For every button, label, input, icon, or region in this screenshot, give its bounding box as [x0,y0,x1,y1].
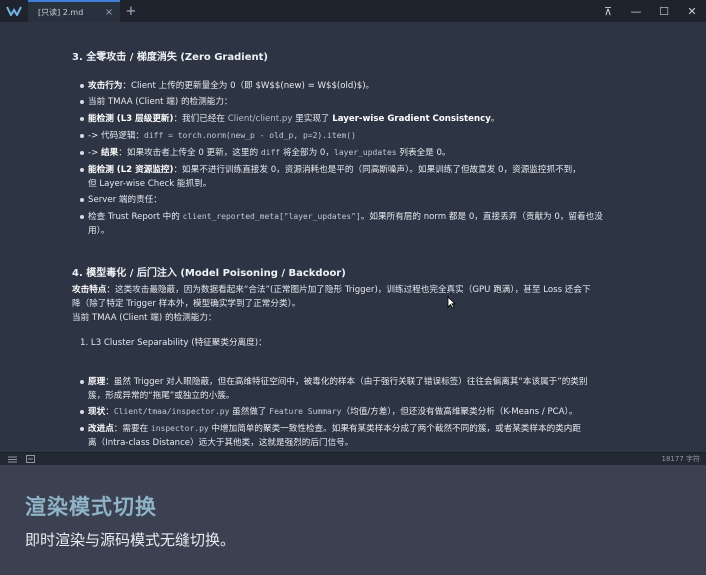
bullet [80,380,84,384]
source-mode-icon[interactable] [24,454,36,465]
list-item: 能检测 (L2 资源监控)：如果不进行训练直接发 0，资源消耗也是平的（同高斯噪… [88,165,581,175]
paragraph: 攻击特点：这类攻击最隐蔽，因为数据看起来“合法”(正常图片加了隐形 Trigge… [72,285,591,295]
list-item: 现状：Client/tmaa/inspector.py 虽然做了 Feature… [88,407,578,417]
maximize-button[interactable]: ☐ [650,0,678,22]
tab-active-document[interactable]: [只读] 2.md × [28,0,120,22]
close-button[interactable]: ✕ [678,0,706,22]
list-item-continuation: 簇，形成异常的“拖尾”或独立的小簇。 [88,391,235,401]
tab-close-icon[interactable]: × [102,5,116,19]
list-item: 原理：虽然 Trigger 对人眼隐蔽，但在高维特征空间中，被毒化的样本（由于强… [88,377,588,387]
list-item: -> 结果：如果攻击者上传全 0 更新，这里的 diff 将全部为 0，laye… [88,148,451,158]
bullet [80,427,84,431]
bullet [80,168,84,172]
outline-toggle-icon[interactable] [6,454,18,465]
bullet [80,198,84,202]
promo-banner: 渲染模式切换 即时渲染与源码模式无缝切换。 [0,465,706,575]
app-logo-icon[interactable] [0,0,28,22]
bullet [80,84,84,88]
minimize-button[interactable]: — [622,0,650,22]
paragraph-continuation: 降（除了特定 Trigger 样本外，模型确实学到了正常分类）。 [72,299,301,309]
app-window: [只读] 2.md × + ⊼ — ☐ ✕ 3. 全零攻击 / 梯度消失 (Ze… [0,0,706,575]
promo-subtitle: 即时渲染与源码模式无缝切换。 [25,531,236,549]
bullet [80,117,84,121]
ordered-list-item: 1. L3 Cluster Separability (特征聚类分离度)： [80,338,267,348]
list-item-continuation: 离（Intra-class Distance）远大于其他类，这就是强烈的后门信号… [88,438,354,448]
new-tab-button[interactable]: + [120,0,142,22]
bullet [80,151,84,155]
list-item: 改进点：需要在 inspector.py 中增加简单的聚类一致性检查。如果有某类… [88,424,581,434]
heading-section-4: 4. 模型毒化 / 后门注入 (Model Poisoning / Backdo… [72,268,346,279]
list-item: 攻击行为：Client 上传的更新量全为 0（即 $W$$(new) = W$$… [88,81,375,91]
paragraph: 当前 TMAA (Client 端) 的检测能力： [72,313,217,323]
title-bar-drag-area[interactable] [142,0,594,22]
pin-button[interactable]: ⊼ [594,0,622,22]
list-item: -> 代码逻辑：diff = torch.norm(new_p - old_p,… [88,131,356,141]
bullet [80,134,84,138]
bullet [80,100,84,104]
char-count: 18177 字符 [661,455,701,463]
bullet [80,215,84,219]
list-item: 检查 Trust Report 中的 client_reported_meta[… [88,212,603,222]
title-bar: [只读] 2.md × + ⊼ — ☐ ✕ [0,0,706,22]
promo-title: 渲染模式切换 [25,495,157,519]
tab-title: [只读] 2.md [38,7,84,17]
mouse-cursor-icon [447,296,456,312]
list-item: Server 端的责任： [88,195,162,205]
list-item-continuation: 但 Layer-wise Check 能抓到。 [88,179,212,189]
document-content[interactable]: 3. 全零攻击 / 梯度消失 (Zero Gradient) 攻击行为：Clie… [0,22,706,452]
list-item: 能检测 (L3 层级更新)：我们已经在 Client/client.py 里实现… [88,114,500,124]
list-item: 当前 TMAA (Client 端) 的检测能力： [88,97,233,107]
bullet [80,410,84,414]
list-item-continuation: 用）。 [88,226,110,236]
status-bar: 18177 字符 [0,452,706,465]
heading-section-3: 3. 全零攻击 / 梯度消失 (Zero Gradient) [72,52,268,63]
